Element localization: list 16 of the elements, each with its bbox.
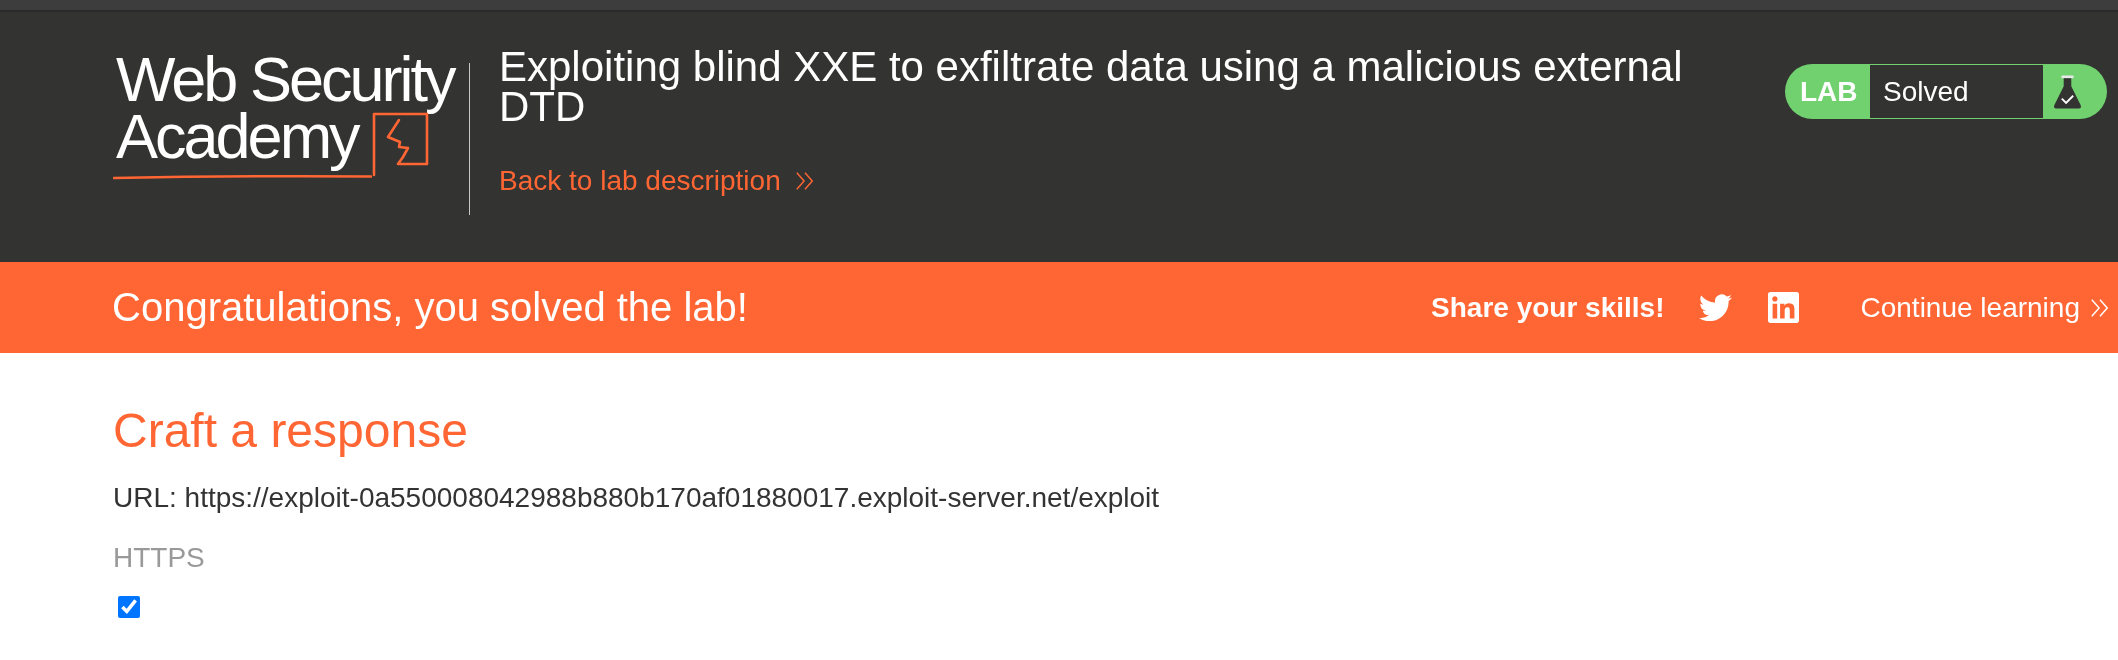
https-checkbox[interactable]	[118, 596, 140, 618]
back-link[interactable]: Back to lab description	[499, 165, 815, 197]
lab-status: Solved	[1870, 65, 2043, 118]
double-chevron-icon	[2090, 296, 2110, 319]
success-message: Congratulations, you solved the lab!	[112, 285, 748, 330]
share-label: Share your skills!	[1431, 291, 1665, 324]
double-chevron-icon	[794, 170, 815, 192]
section-heading: Craft a response	[113, 403, 468, 458]
logo-text: Academy	[116, 101, 359, 173]
field-label: HTTPS	[113, 542, 205, 574]
exploit-url: URL: https://exploit-0a550008042988b880b170af01880017.exploit-server.net/exploit	[113, 482, 1160, 514]
lab-title: Exploiting blind XXE to exfiltrate data using a malicious external DTD	[499, 43, 1684, 131]
flask-icon	[2053, 74, 2082, 109]
bird-icon[interactable]	[1698, 294, 1732, 321]
lab-label: LAB	[1799, 75, 1859, 109]
continue-learning-link[interactable]: Continue learning	[1860, 291, 2110, 324]
